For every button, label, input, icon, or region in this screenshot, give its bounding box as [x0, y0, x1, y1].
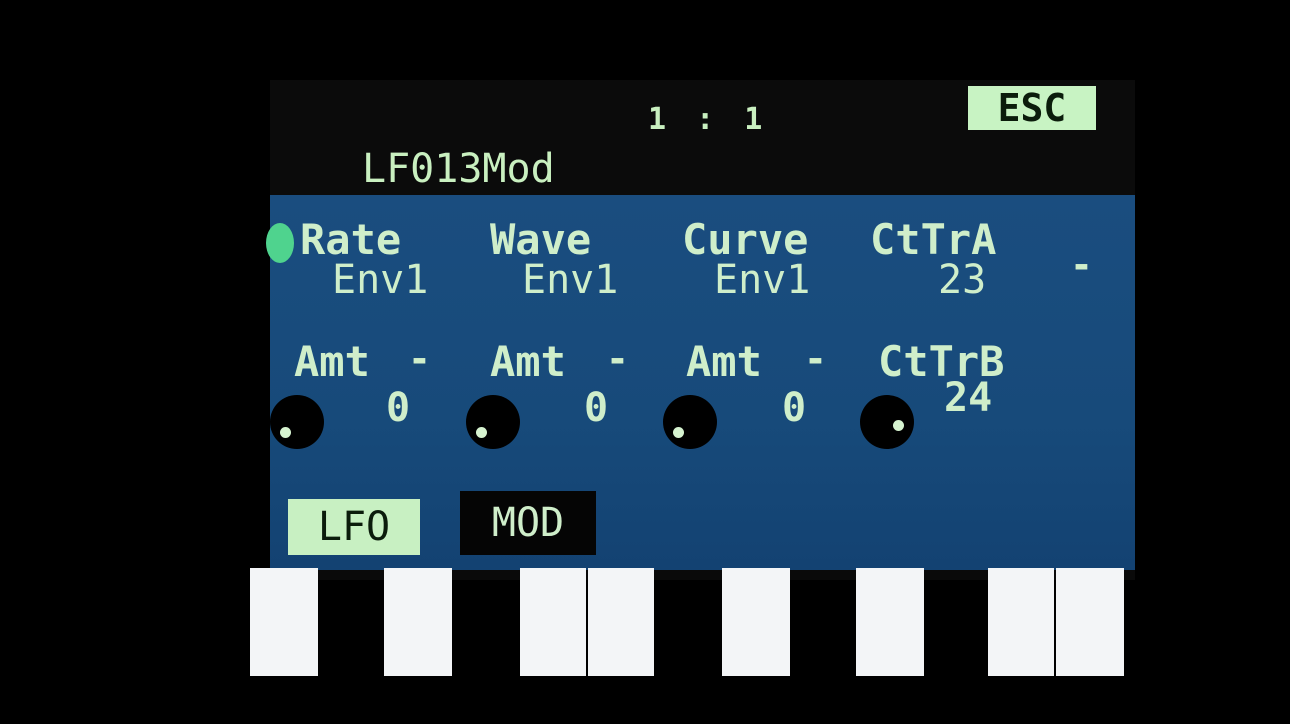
param-amt3-label[interactable]: Amt — [686, 337, 762, 386]
amt2-knob-icon[interactable] — [466, 395, 520, 449]
hardware-keys — [248, 568, 1128, 678]
param-amt1-value[interactable]: 0 — [386, 385, 410, 431]
hardware-key-5[interactable] — [722, 568, 790, 676]
header-bar: 1 : 1 ESC LF013Mod — [270, 80, 1135, 195]
amt3-separator: - — [804, 337, 827, 381]
device-screen: 1 : 1 ESC LF013Mod Rate Wave Curve CtTrA… — [266, 80, 1135, 580]
hardware-key-4[interactable] — [588, 568, 654, 676]
amt3-knob-icon[interactable] — [663, 395, 717, 449]
esc-button[interactable]: ESC — [968, 86, 1096, 130]
hardware-key-3[interactable] — [520, 568, 586, 676]
param-amt2-value[interactable]: 0 — [584, 385, 608, 431]
hardware-key-1[interactable] — [250, 568, 318, 676]
knob-indicator-icon — [476, 427, 487, 438]
knob-indicator-icon — [280, 427, 291, 438]
parameter-panel: Rate Wave Curve CtTrA Env1 Env1 Env1 23 … — [266, 195, 1135, 570]
selection-indicator-icon — [266, 223, 294, 263]
knob-indicator-icon — [673, 427, 684, 438]
knob-indicator-icon — [893, 420, 904, 431]
hardware-key-2[interactable] — [384, 568, 452, 676]
amt1-knob-icon[interactable] — [270, 395, 324, 449]
param-amt1-label[interactable]: Amt — [294, 337, 370, 386]
amt1-separator: - — [408, 337, 431, 381]
param-wave-value[interactable]: Env1 — [522, 257, 618, 303]
cttrb-knob-icon[interactable] — [860, 395, 914, 449]
param-amt2-label[interactable]: Amt — [490, 337, 566, 386]
hardware-key-8[interactable] — [1056, 568, 1124, 676]
amt2-separator: - — [606, 337, 629, 381]
tab-mod[interactable]: MOD — [460, 491, 596, 555]
hardware-key-6[interactable] — [856, 568, 924, 676]
tab-lfo[interactable]: LFO — [288, 499, 420, 555]
param-curve-value[interactable]: Env1 — [714, 257, 810, 303]
param-cttrb-value[interactable]: 24 — [944, 375, 992, 421]
param-amt3-value[interactable]: 0 — [782, 385, 806, 431]
page-title: LF013Mod — [362, 146, 555, 192]
row1-trailing-dash: - — [1070, 243, 1093, 287]
hardware-key-7[interactable] — [988, 568, 1054, 676]
param-cttra-value[interactable]: 23 — [938, 257, 986, 303]
param-rate-value[interactable]: Env1 — [332, 257, 428, 303]
position-readout: 1 : 1 — [648, 102, 769, 137]
